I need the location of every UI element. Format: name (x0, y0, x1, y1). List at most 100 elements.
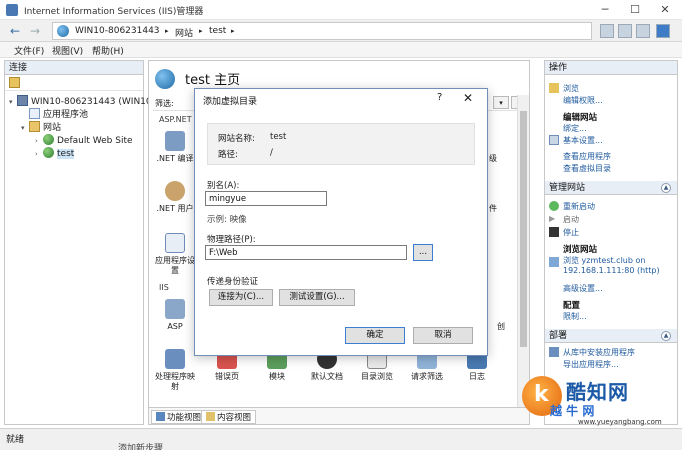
browse-site-icon (549, 257, 559, 267)
watermark-sub: 越 牛 网 (550, 404, 595, 418)
collapse-icon[interactable]: ▲ (661, 331, 671, 341)
edit-permissions-link[interactable]: 编辑权限... (563, 95, 603, 106)
restart-link[interactable]: 重新启动 (563, 201, 595, 212)
crumb-separator-icon[interactable]: ▸ (199, 27, 203, 35)
stop-link[interactable]: 停止 (563, 227, 579, 238)
stop-icon[interactable] (600, 24, 614, 38)
tree-label: test (57, 149, 75, 159)
tab-features-view[interactable]: 功能视图 (151, 410, 207, 424)
feature-handler-mappings[interactable]: 处理程序映射 (153, 349, 197, 392)
maximize-button[interactable]: ☐ (620, 0, 650, 20)
ok-button[interactable]: 确定 (345, 327, 405, 344)
crumb-separator-icon[interactable]: ▸ (165, 27, 169, 35)
connections-header: 连接 (5, 61, 143, 75)
menu-help[interactable]: 帮助(H) (92, 44, 124, 57)
expand-icon[interactable]: ▾ (21, 121, 29, 135)
collapse-icon[interactable]: ▲ (661, 183, 671, 193)
close-icon[interactable]: ✕ (463, 91, 473, 105)
cancel-button[interactable]: 取消 (413, 327, 473, 344)
physical-path-input[interactable] (205, 245, 407, 260)
crumb-sites[interactable]: 网站 (175, 26, 193, 39)
browse-link[interactable]: 浏览 (563, 83, 579, 94)
expand-icon[interactable]: › (35, 147, 43, 161)
manage-site-header: 管理网站 ▲ (545, 181, 677, 195)
connect-as-button[interactable]: 连接为(C)... (209, 289, 273, 306)
window-title: Internet Information Services (IIS)管理器 (24, 7, 204, 17)
feature-label: 目录浏览 (361, 372, 393, 381)
browse-path-button[interactable]: ... (413, 244, 433, 261)
feature-net-users[interactable]: .NET 用户 (153, 181, 197, 214)
globe-icon (43, 134, 54, 145)
help-icon[interactable] (656, 24, 670, 38)
feature-label: .NET 编译 (156, 154, 194, 163)
start-icon: ▶ (549, 214, 556, 223)
expand-icon[interactable]: ▾ (9, 95, 17, 109)
browse-site-label: 浏览网站 (563, 245, 598, 255)
view-vdirs-link[interactable]: 查看虚拟目录 (563, 163, 611, 174)
path-value: / (270, 148, 273, 158)
alias-input[interactable] (205, 191, 327, 206)
menu-file[interactable]: 文件(F) (14, 44, 44, 57)
crumb-server[interactable]: WIN10-806231443 (75, 26, 160, 36)
expand-icon[interactable]: › (35, 134, 43, 148)
browse-url-link[interactable]: 浏览 yzmtest.club on (563, 255, 645, 266)
address-bar: ← → WIN10-806231443 ▸ 网站 ▸ test ▸ (0, 20, 682, 42)
globe-icon (43, 147, 54, 158)
install-gallery-link[interactable]: 从库中安装应用程序 (563, 347, 635, 358)
site-name-label: 网站名称: (218, 134, 255, 144)
feature-label: 日志 (469, 372, 485, 381)
watermark-name: 酷知网 (566, 380, 629, 404)
alias-example: 示例: 映像 (207, 215, 247, 225)
watermark-url: www.yueyangbang.com (578, 418, 662, 426)
crumb-separator-icon[interactable]: ▸ (231, 27, 235, 35)
features-view-icon (156, 412, 165, 421)
feature-asp[interactable]: ASP (153, 299, 197, 332)
restart-icon (549, 201, 559, 211)
view-tabs: 功能视图 内容视图 (149, 407, 529, 424)
asp-icon (165, 299, 185, 319)
passthrough-auth-label: 传递身份验证 (207, 277, 259, 287)
scroll-thumb[interactable] (520, 111, 527, 347)
feature-net-compile[interactable]: .NET 编译 (153, 131, 197, 164)
tree-item-test[interactable]: › test (35, 147, 75, 161)
dialog-title: 添加虚拟目录 (203, 97, 258, 107)
browse-url-link-2[interactable]: 192.168.1.111:80 (http) (563, 266, 660, 275)
back-button[interactable]: ← (6, 23, 24, 39)
tree-item-app-pools[interactable]: 应用程序池 (21, 108, 88, 122)
vertical-scrollbar[interactable] (517, 95, 529, 407)
save-icon[interactable] (618, 24, 632, 38)
crumb-test[interactable]: test (209, 26, 226, 36)
view-apps-link[interactable]: 查看应用程序 (563, 151, 611, 162)
minimize-button[interactable]: ─ (590, 0, 620, 20)
limits-link[interactable]: 限制... (563, 311, 587, 322)
deploy-header: 部署 ▲ (545, 329, 677, 343)
net-compile-icon (165, 131, 185, 151)
actions-header: 操作 (545, 61, 677, 75)
tab-content-view[interactable]: 内容视图 (201, 410, 257, 424)
address-box[interactable]: WIN10-806231443 ▸ 网站 ▸ test ▸ (52, 22, 592, 40)
forward-button[interactable]: → (26, 23, 44, 39)
connect-icon[interactable] (9, 77, 20, 88)
tab-label: 功能视图 (167, 413, 202, 423)
feature-app-settings[interactable]: 应用程序设置 (153, 233, 197, 276)
config-label: 配置 (563, 301, 581, 311)
content-view-icon (206, 412, 215, 421)
section-aspnet: ASP.NET (159, 115, 192, 124)
refresh-icon[interactable] (636, 24, 650, 38)
tree-item-default-site[interactable]: › Default Web Site (35, 134, 133, 148)
edit-site-label: 编辑网站 (563, 113, 598, 123)
start-link[interactable]: 启动 (563, 214, 579, 225)
tree-item-server[interactable]: ▾ WIN10-806231443 (WIN10 (9, 95, 152, 109)
basic-settings-link[interactable]: 基本设置... (563, 135, 603, 146)
bindings-link[interactable]: 绑定... (563, 123, 587, 134)
help-icon[interactable]: ? (437, 92, 442, 103)
tree-item-sites[interactable]: ▾ 网站 (21, 121, 61, 135)
advanced-settings-link[interactable]: 高级设置... (563, 283, 603, 294)
feature-label: 请求筛选 (411, 372, 443, 381)
test-settings-button[interactable]: 测试设置(G)... (279, 289, 355, 306)
close-button[interactable]: ✕ (650, 0, 680, 20)
tree-label: 网站 (43, 123, 62, 133)
deploy-label: 部署 (549, 331, 568, 341)
group-by-icon[interactable]: ▾ (493, 96, 509, 109)
menu-view[interactable]: 视图(V) (52, 44, 83, 57)
